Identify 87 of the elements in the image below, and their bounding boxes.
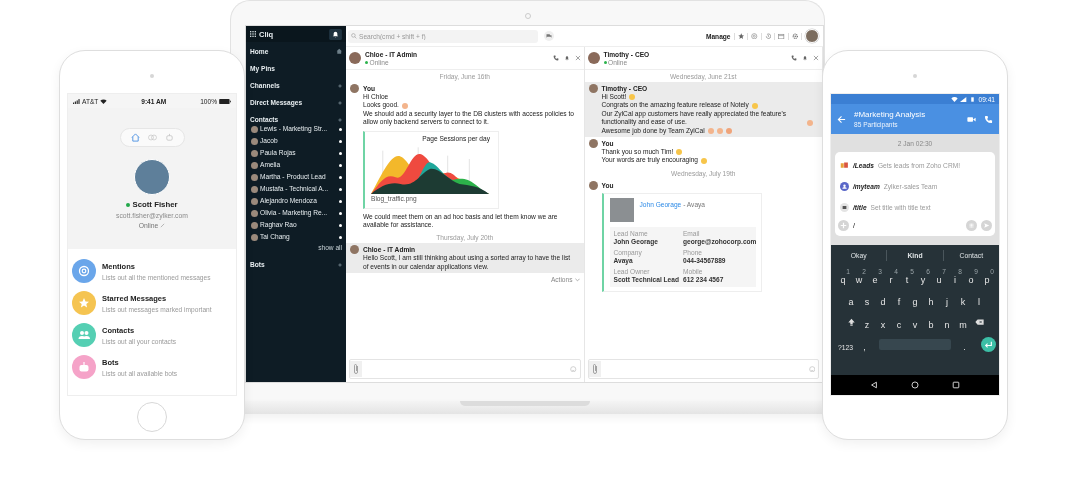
video-call-icon[interactable] xyxy=(967,114,976,124)
emoji-icon xyxy=(676,149,683,156)
emoji-icon xyxy=(701,157,708,164)
avatar xyxy=(350,245,359,255)
battery-icon xyxy=(969,96,977,102)
at-sign-icon[interactable] xyxy=(751,32,758,40)
keyboard-key[interactable]: k xyxy=(955,291,971,309)
status-dot xyxy=(339,139,342,143)
keyboard-key[interactable]: g xyxy=(907,291,923,309)
shift-key-icon[interactable] xyxy=(846,318,856,327)
emoji-icon xyxy=(751,102,758,109)
message-input[interactable] xyxy=(349,359,581,379)
settings-icon[interactable] xyxy=(791,32,798,40)
back-icon[interactable] xyxy=(869,381,878,389)
emoji-icon xyxy=(629,94,636,101)
close-icon[interactable] xyxy=(813,55,819,61)
enter-key-icon[interactable] xyxy=(980,337,996,353)
keyboard-key[interactable]: f xyxy=(891,291,907,309)
photo-placeholder xyxy=(609,197,634,222)
status-dot xyxy=(339,151,342,155)
status-dot xyxy=(339,199,342,203)
home-icon[interactable] xyxy=(911,381,919,389)
team-icon xyxy=(840,182,849,191)
status-dot xyxy=(339,235,342,239)
keyboard-key[interactable]: m xyxy=(955,313,971,331)
keyboard-key[interactable]: . xyxy=(956,336,973,354)
avatar xyxy=(588,139,598,149)
home-tab[interactable] xyxy=(130,133,140,142)
text-icon xyxy=(840,203,849,212)
chat-bubbles-icon[interactable] xyxy=(544,31,554,41)
profile-avatar xyxy=(134,159,170,195)
message-input[interactable] xyxy=(587,359,819,379)
avatar xyxy=(587,52,600,64)
status-dot xyxy=(339,127,342,131)
keyboard-key[interactable]: l xyxy=(971,291,987,309)
battery-icon xyxy=(219,98,231,104)
keyboard-key[interactable]: v xyxy=(907,313,923,331)
bell-icon[interactable] xyxy=(329,28,342,40)
camera-icon xyxy=(913,74,917,78)
online-dot xyxy=(365,60,368,64)
pencil-icon[interactable] xyxy=(160,223,166,228)
avatar xyxy=(588,84,598,93)
paperclip-icon[interactable] xyxy=(350,361,362,377)
wifi-icon xyxy=(951,96,959,102)
star-icon[interactable] xyxy=(737,32,744,40)
avatar xyxy=(349,52,361,64)
status-dot xyxy=(339,187,342,191)
signal-icon xyxy=(960,96,968,102)
history-icon[interactable] xyxy=(764,32,771,40)
back-arrow-icon[interactable] xyxy=(837,114,846,124)
keyboard-key[interactable]: s xyxy=(859,291,875,309)
signal-icon xyxy=(73,98,80,104)
wifi-icon xyxy=(100,98,108,104)
avatar xyxy=(350,84,359,93)
keyboard-key[interactable]: n xyxy=(939,313,955,331)
emoji-icon xyxy=(401,102,408,109)
close-icon[interactable] xyxy=(574,55,581,61)
phone-icon[interactable] xyxy=(552,55,559,61)
recent-apps-icon[interactable] xyxy=(952,381,961,389)
caret-icon[interactable] xyxy=(574,277,580,282)
user-avatar[interactable] xyxy=(805,29,819,43)
keyboard-key[interactable]: c xyxy=(891,313,907,331)
keyboard-key[interactable]: , xyxy=(856,336,873,354)
backspace-key-icon[interactable] xyxy=(974,318,984,327)
keyboard-key[interactable]: x xyxy=(875,313,891,331)
keyboard-key[interactable]: h xyxy=(923,291,939,309)
avatar xyxy=(588,180,598,190)
grid-menu-icon[interactable] xyxy=(250,31,256,37)
emoji-icon xyxy=(807,119,813,126)
keyboard-key[interactable]: b xyxy=(923,313,939,331)
online-dot xyxy=(603,60,607,64)
search-icon xyxy=(351,33,357,39)
crm-logo-icon xyxy=(840,161,849,170)
keyboard-key[interactable]: j xyxy=(939,291,955,309)
channel-name: #Marketing Analysis xyxy=(854,110,926,119)
keyboard-key[interactable]: a xyxy=(843,291,859,309)
calendar-icon[interactable] xyxy=(778,32,785,40)
phone-icon[interactable] xyxy=(984,114,993,124)
keyboard-key[interactable]: d xyxy=(875,291,891,309)
status-dot xyxy=(339,175,342,179)
status-dot xyxy=(339,211,342,215)
camera-icon xyxy=(150,74,154,78)
paperclip-icon[interactable] xyxy=(588,361,601,377)
phone-icon[interactable] xyxy=(791,55,797,61)
status-dot xyxy=(339,163,342,167)
keyboard-key[interactable]: z xyxy=(859,313,875,331)
status-dot xyxy=(339,223,342,227)
